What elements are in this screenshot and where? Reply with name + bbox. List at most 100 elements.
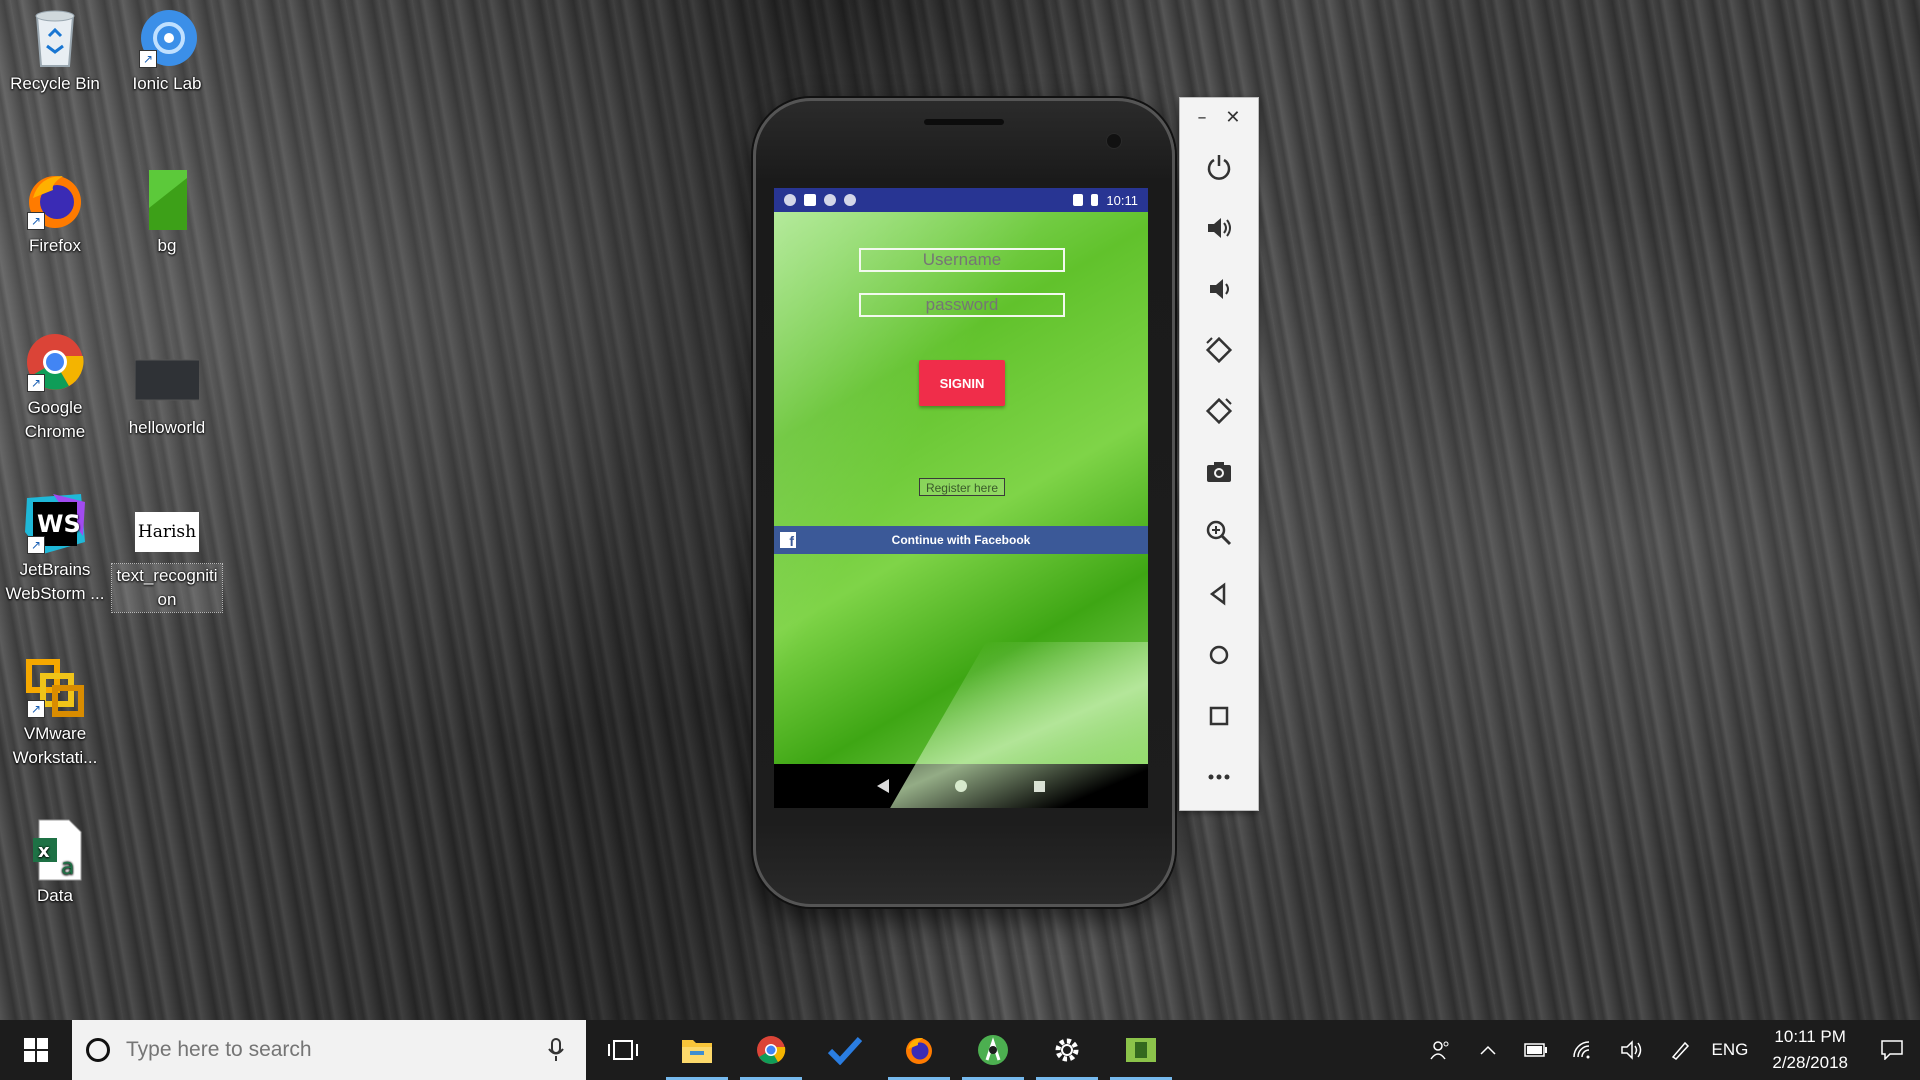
rotate-right-button[interactable]: [1180, 380, 1258, 441]
desktop-icon-text-recognition[interactable]: Harish text_recogniti on: [111, 506, 223, 613]
taskbar-visual-studio[interactable]: [808, 1020, 882, 1080]
desktop-icon-label: Firefox: [29, 236, 81, 255]
desktop-icon-bg[interactable]: bg: [112, 168, 222, 258]
notification-icon: [1881, 1040, 1903, 1060]
speaker-icon[interactable]: [1608, 1040, 1656, 1060]
volume-up-button[interactable]: [1180, 197, 1258, 258]
register-link[interactable]: Register here: [919, 478, 1005, 496]
signal-icon: [1073, 194, 1084, 206]
close-button[interactable]: ✕: [1225, 107, 1240, 128]
start-button[interactable]: [0, 1020, 72, 1080]
svg-text:WS: WS: [37, 510, 81, 538]
taskbar-firefox[interactable]: [882, 1020, 956, 1080]
password-input[interactable]: [859, 293, 1065, 317]
login-screen: SIGNIN Register here f Continue with Fac…: [774, 212, 1148, 808]
shortcut-arrow-icon: ↗: [27, 536, 45, 554]
desktop-icon-vmware[interactable]: ↗ VMware Workstati...: [0, 656, 110, 770]
emulator-screen[interactable]: 10:11 SIGNIN Register here f Continue wi…: [774, 188, 1148, 808]
microphone-icon[interactable]: [548, 1038, 564, 1062]
sd-card-icon: [804, 194, 816, 206]
taskbar-search[interactable]: [72, 1020, 586, 1080]
zoom-button[interactable]: [1180, 502, 1258, 563]
desktop-icon-helloworld[interactable]: helloworld: [112, 350, 222, 440]
desktop-icon-google-chrome[interactable]: ↗ Google Chrome: [0, 330, 110, 444]
pen-icon[interactable]: [1656, 1040, 1704, 1060]
volume-down-icon: [1210, 278, 1229, 299]
shortcut-arrow-icon: ↗: [27, 700, 45, 718]
taskbar-green-app[interactable]: [1104, 1020, 1178, 1080]
phone-speaker: [924, 119, 1004, 125]
back-button[interactable]: [1180, 563, 1258, 624]
home-button[interactable]: [1180, 624, 1258, 685]
search-input[interactable]: [124, 1037, 528, 1063]
taskbar-file-explorer[interactable]: [660, 1020, 734, 1080]
folder-icon: [682, 1040, 712, 1063]
desktop-icon-label: Data: [37, 886, 73, 905]
volume-down-button[interactable]: [1180, 258, 1258, 319]
more-icon: [1208, 774, 1230, 779]
chrome-icon: ↗: [23, 330, 87, 394]
username-input[interactable]: [859, 248, 1065, 272]
facebook-button-label: Continue with Facebook: [891, 533, 1031, 547]
back-icon: [1209, 582, 1226, 605]
desktop-icon-label: Ionic Lab: [132, 74, 202, 93]
emulator-toolbar: – ✕: [1179, 97, 1259, 811]
taskbar-clock[interactable]: 10:11 PM 2/28/2018: [1756, 1024, 1864, 1076]
shortcut-arrow-icon: ↗: [27, 212, 45, 230]
desktop-icon-label: Google Chrome: [24, 398, 86, 441]
taskbar-android-studio[interactable]: [956, 1020, 1030, 1080]
taskbar-settings[interactable]: [1030, 1020, 1104, 1080]
facebook-login-button[interactable]: f Continue with Facebook: [774, 526, 1148, 554]
wifi-icon[interactable]: [1560, 1041, 1608, 1059]
checkmark-app-icon: [828, 1036, 862, 1065]
people-icon[interactable]: [1416, 1039, 1464, 1061]
rotate-left-button[interactable]: [1180, 319, 1258, 380]
desktop-icon-label: helloworld: [128, 418, 206, 437]
camera-icon: [1207, 461, 1231, 482]
wifi-icon: [844, 194, 856, 206]
more-button[interactable]: [1180, 746, 1258, 807]
desktop-icon-recycle-bin[interactable]: Recycle Bin: [0, 6, 110, 96]
svg-text:a: a: [61, 855, 74, 880]
battery-icon[interactable]: [1512, 1043, 1560, 1057]
taskbar-chrome[interactable]: [734, 1020, 808, 1080]
desktop-icon-webstorm[interactable]: WS ↗ JetBrains WebStorm ...: [0, 492, 110, 606]
zoom-icon: [1206, 520, 1232, 545]
overview-icon: [1209, 706, 1229, 725]
windows-logo-icon: [24, 1038, 48, 1062]
language-indicator[interactable]: ENG: [1704, 1040, 1757, 1060]
rotate-right-icon: [1205, 397, 1233, 424]
facebook-icon: f: [780, 532, 796, 549]
clock-date: 2/28/2018: [1772, 1053, 1848, 1072]
chevron-up-icon[interactable]: [1464, 1045, 1512, 1055]
task-view-button[interactable]: [586, 1020, 660, 1080]
desktop-icon-ionic-lab[interactable]: ↗ Ionic Lab: [112, 6, 222, 96]
power-button[interactable]: [1180, 136, 1258, 197]
recycle-bin-icon: [23, 6, 87, 70]
windows-taskbar: ENG 10:11 PM 2/28/2018: [0, 1020, 1920, 1080]
desktop-icon-label: JetBrains WebStorm ...: [5, 560, 105, 603]
firefox-icon: ↗: [23, 168, 87, 232]
power-icon: [1207, 154, 1231, 180]
chrome-icon: [757, 1036, 786, 1064]
minimize-button[interactable]: –: [1197, 107, 1206, 128]
android-emulator-window: 10:11 SIGNIN Register here f Continue wi…: [753, 98, 1175, 907]
firefox-icon: [906, 1038, 932, 1064]
signin-button[interactable]: SIGNIN: [919, 360, 1005, 406]
overview-button[interactable]: [1180, 685, 1258, 746]
task-view-icon: [608, 1040, 638, 1060]
background-streak: [882, 642, 1148, 808]
desktop-icon-firefox[interactable]: ↗ Firefox: [0, 168, 110, 258]
ionic-lab-icon: ↗: [135, 6, 199, 70]
sync-icon: [824, 194, 836, 206]
nav-back-icon[interactable]: [877, 779, 890, 793]
desktop-icon-data[interactable]: xa Data: [0, 818, 110, 908]
system-tray: ENG 10:11 PM 2/28/2018: [1416, 1020, 1920, 1080]
screenshot-button[interactable]: [1180, 441, 1258, 502]
desktop-icon-label: text_recogniti on: [111, 563, 223, 613]
status-time: 10:11: [1106, 192, 1138, 208]
webstorm-icon: WS ↗: [23, 492, 87, 556]
desktop-icon-label: Recycle Bin: [10, 74, 100, 93]
action-center-button[interactable]: [1864, 1040, 1920, 1060]
svg-text:x: x: [38, 841, 50, 862]
